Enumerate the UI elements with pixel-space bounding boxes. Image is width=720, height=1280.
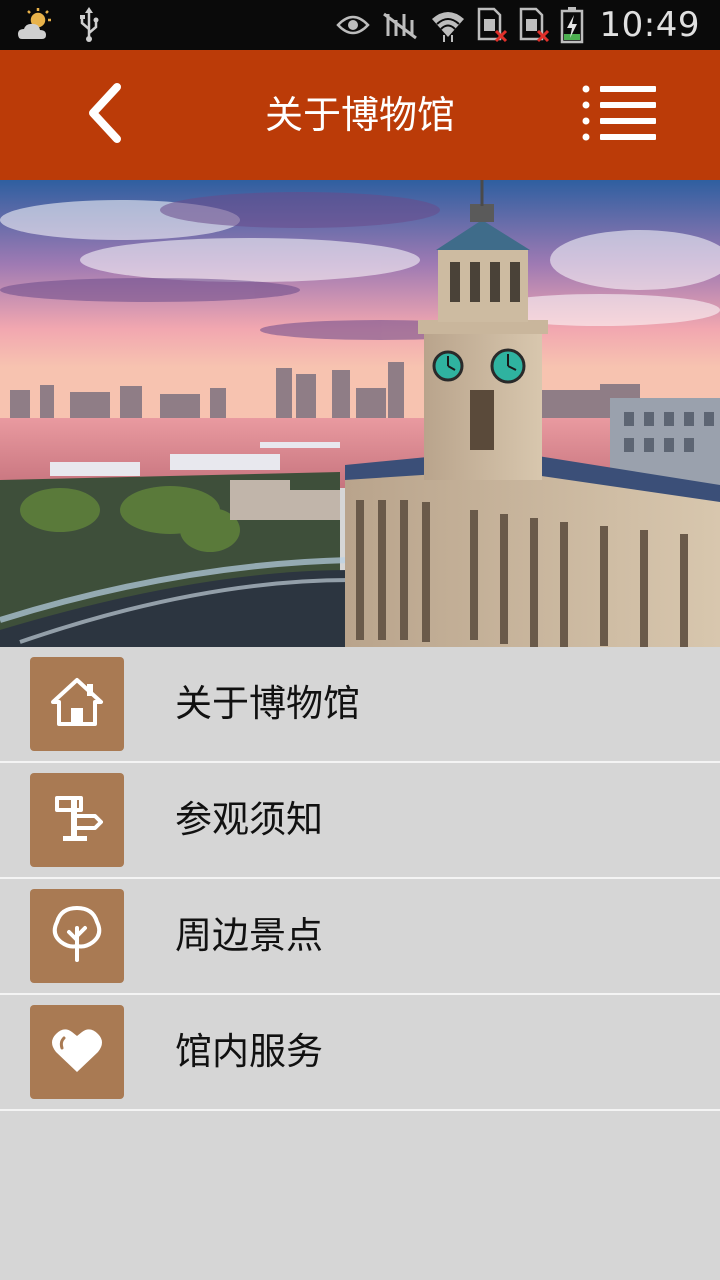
menu-icon-box — [30, 657, 124, 751]
signpost-icon — [51, 792, 103, 848]
sim1-no-signal-icon — [476, 7, 508, 43]
heart-icon — [50, 1026, 104, 1078]
hero-image — [0, 180, 720, 647]
app-header: 关于博物馆 — [0, 50, 720, 180]
list-menu-icon — [582, 83, 658, 147]
eye-icon — [335, 13, 370, 37]
status-bar: 10:49 — [0, 0, 720, 50]
battery-charging-icon — [560, 6, 584, 44]
chevron-left-icon — [83, 81, 127, 149]
back-button[interactable] — [70, 80, 140, 150]
menu-item-label: 关于博物馆 — [175, 682, 360, 725]
menu-icon-box — [30, 889, 124, 983]
mute-icon — [380, 10, 420, 40]
status-clock: 10:49 — [599, 5, 700, 45]
menu-item-label: 馆内服务 — [175, 1030, 323, 1073]
page-title: 关于博物馆 — [264, 93, 455, 137]
menu-icon-box — [30, 773, 124, 867]
sim2-no-signal-icon — [518, 7, 550, 43]
wifi-icon — [430, 7, 466, 43]
menu-item-label: 参观须知 — [175, 798, 323, 841]
menu-item-services[interactable]: 馆内服务 — [0, 995, 720, 1111]
menu-item-about[interactable]: 关于博物馆 — [0, 647, 720, 763]
menu-list: 关于博物馆 参观须知 周边景点 馆内服务 — [0, 647, 720, 1111]
weather-partly-cloudy-icon — [16, 7, 56, 43]
menu-item-visit-guide[interactable]: 参观须知 — [0, 763, 720, 879]
house-icon — [49, 676, 105, 732]
menu-item-label: 周边景点 — [175, 914, 323, 957]
usb-icon — [78, 7, 100, 43]
menu-button[interactable] — [572, 80, 668, 150]
menu-icon-box — [30, 1005, 124, 1099]
tree-icon — [49, 904, 105, 968]
menu-item-nearby[interactable]: 周边景点 — [0, 879, 720, 995]
